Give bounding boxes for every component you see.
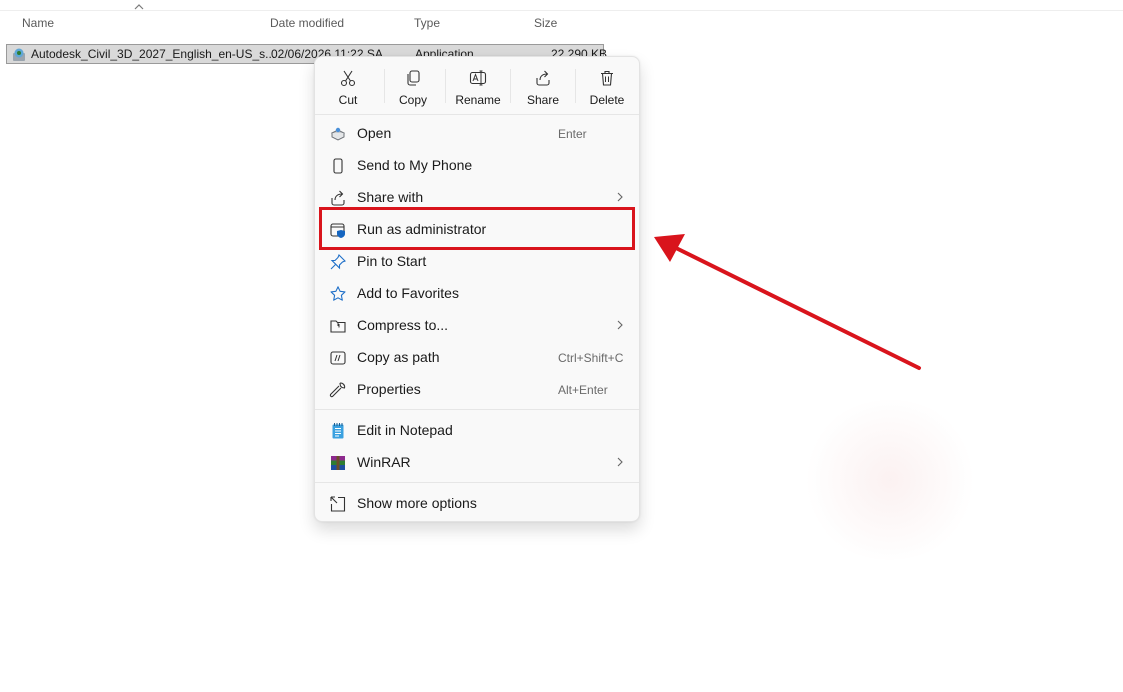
chevron-right-icon: [617, 192, 623, 202]
toolbar-divider: [510, 69, 511, 103]
share-with-icon: [331, 190, 345, 206]
menu-item-open[interactable]: Open Enter: [319, 119, 635, 149]
menu-item-winrar[interactable]: WinRAR: [319, 448, 635, 478]
copy-icon: [407, 70, 420, 86]
trash-icon: [601, 70, 613, 86]
share-label: Share: [526, 93, 560, 107]
share-icon: [536, 70, 550, 86]
column-header-name[interactable]: Name: [22, 16, 54, 30]
copy-button[interactable]: Copy: [383, 63, 443, 111]
menu-item-label: Compress to...: [357, 317, 449, 333]
menu-item-label: Edit in Notepad: [357, 422, 453, 438]
winrar-icon: [331, 456, 345, 470]
menu-separator: [315, 409, 639, 410]
background-blur: [800, 400, 980, 560]
menu-item-shortcut: Ctrl+Shift+C: [558, 351, 624, 365]
pin-icon: [330, 254, 346, 270]
star-icon: [330, 286, 346, 301]
toolbar-divider: [445, 69, 446, 103]
column-header-date-modified[interactable]: Date modified: [270, 16, 344, 30]
share-button[interactable]: Share: [513, 63, 573, 111]
menu-item-label: Properties: [357, 381, 421, 397]
delete-button[interactable]: Delete: [577, 63, 637, 111]
more-options-icon: [330, 496, 346, 512]
menu-item-label: Send to My Phone: [357, 157, 473, 173]
wrench-icon: [329, 382, 346, 398]
menu-separator: [315, 114, 639, 115]
chevron-right-icon: [617, 457, 623, 467]
installer-icon: [13, 48, 25, 61]
menu-item-label: Open: [357, 125, 392, 141]
menu-separator: [315, 482, 639, 483]
column-header-size[interactable]: Size: [534, 16, 557, 30]
toolbar-divider: [575, 69, 576, 103]
menu-item-label: Show more options: [357, 495, 477, 511]
menu-item-edit-in-notepad[interactable]: Edit in Notepad: [319, 416, 635, 446]
menu-item-send-to-my-phone[interactable]: Send to My Phone: [319, 151, 635, 181]
menu-item-label: Pin to Start: [357, 253, 427, 269]
menu-item-add-to-favorites[interactable]: Add to Favorites: [319, 279, 635, 309]
menu-item-pin-to-start[interactable]: Pin to Start: [319, 247, 635, 277]
menu-item-shortcut: Enter: [558, 127, 587, 141]
menu-item-properties[interactable]: Properties Alt+Enter: [319, 375, 635, 405]
column-header-row: Name Date modified Type Size: [0, 0, 1123, 44]
menu-item-shortcut: Alt+Enter: [558, 383, 608, 397]
cut-label: Cut: [338, 93, 358, 107]
chevron-right-icon: [617, 320, 623, 330]
phone-icon: [333, 158, 343, 174]
menu-item-copy-as-path[interactable]: Copy as path Ctrl+Shift+C: [319, 343, 635, 373]
copy-label: Copy: [398, 93, 427, 107]
delete-label: Delete: [589, 93, 625, 107]
context-menu: Cut Copy Rename Share Delete Open Enter …: [314, 56, 640, 522]
menu-item-show-more-options[interactable]: Show more options: [319, 489, 635, 519]
menu-item-label: Add to Favorites: [357, 285, 459, 301]
zip-folder-icon: [330, 320, 346, 333]
column-header-type[interactable]: Type: [414, 16, 440, 30]
notepad-icon: [332, 423, 344, 439]
scissors-icon: [340, 70, 356, 87]
open-icon: [330, 127, 346, 141]
file-name[interactable]: Autodesk_Civil_3D_2027_English_en-US_s..…: [31, 47, 275, 61]
highlight-box: [319, 207, 635, 250]
cut-button[interactable]: Cut: [318, 63, 378, 111]
rename-button[interactable]: Rename: [448, 63, 508, 111]
rename-icon: [469, 70, 487, 86]
menu-item-label: Copy as path: [357, 349, 440, 365]
menu-item-label: Share with: [357, 189, 424, 205]
rename-label: Rename: [455, 93, 501, 107]
context-menu-toolbar: Cut Copy Rename Share Delete: [315, 57, 639, 113]
copy-path-icon: [330, 351, 346, 365]
menu-item-compress-to[interactable]: Compress to...: [319, 311, 635, 341]
menu-item-label: WinRAR: [357, 454, 411, 470]
header-divider: [0, 10, 1123, 11]
